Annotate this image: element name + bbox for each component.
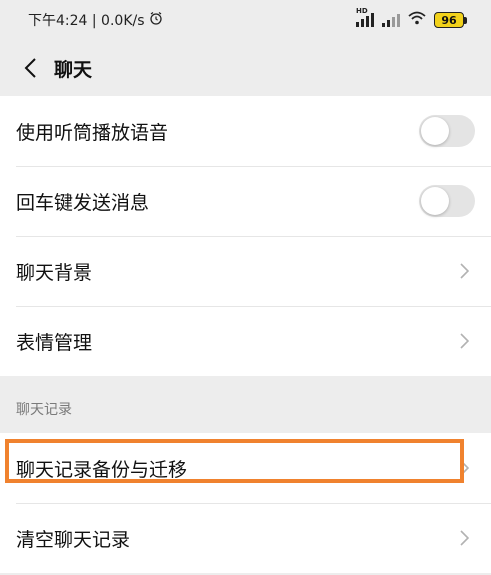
setting-backup-migrate[interactable]: 聊天记录备份与迁移 [0,433,491,503]
setting-enter-send: 回车键发送消息 [0,166,491,236]
setting-clear-history[interactable]: 清空聊天记录 [0,503,491,573]
hd-label: HD [356,7,368,15]
setting-chat-background[interactable]: 聊天背景 [0,236,491,306]
section-header-chat-history: 聊天记录 [0,376,491,433]
wifi-icon [408,11,426,29]
status-right: HD 96 [356,7,467,29]
battery-level: 96 [434,12,464,28]
setting-earpiece-voice: 使用听筒播放语音 [0,96,491,166]
setting-label: 清空聊天记录 [16,528,131,551]
time-speed-text: 下午4:24 | 0.0K/s [28,13,145,29]
setting-label: 回车键发送消息 [16,191,150,214]
alarm-clock-icon [149,11,163,29]
setting-label: 聊天背景 [16,261,93,284]
chevron-left-icon[interactable] [16,54,44,82]
chevron-right-icon [457,459,471,477]
enter-send-toggle[interactable] [419,185,475,217]
earpiece-toggle[interactable] [419,115,475,147]
nav-bar: 聊天 [0,40,491,96]
setting-label: 聊天记录备份与迁移 [16,458,188,481]
battery-icon: 96 [434,12,467,28]
signal-icon [382,13,400,27]
status-bar: 下午4:24 | 0.0K/s HD 96 [0,0,491,40]
status-left: 下午4:24 | 0.0K/s [28,10,163,30]
page-title: 聊天 [54,58,93,81]
chat-history-group: 聊天记录备份与迁移 清空聊天记录 [0,433,491,573]
hd-signal-icon: HD [356,7,374,27]
chevron-right-icon [457,262,471,280]
chevron-right-icon [457,332,471,350]
chevron-right-icon [457,529,471,547]
setting-sticker-management[interactable]: 表情管理 [0,306,491,376]
setting-label: 表情管理 [16,331,93,354]
settings-group: 使用听筒播放语音 回车键发送消息 聊天背景 表情管理 [0,96,491,376]
setting-label: 使用听筒播放语音 [16,121,169,144]
